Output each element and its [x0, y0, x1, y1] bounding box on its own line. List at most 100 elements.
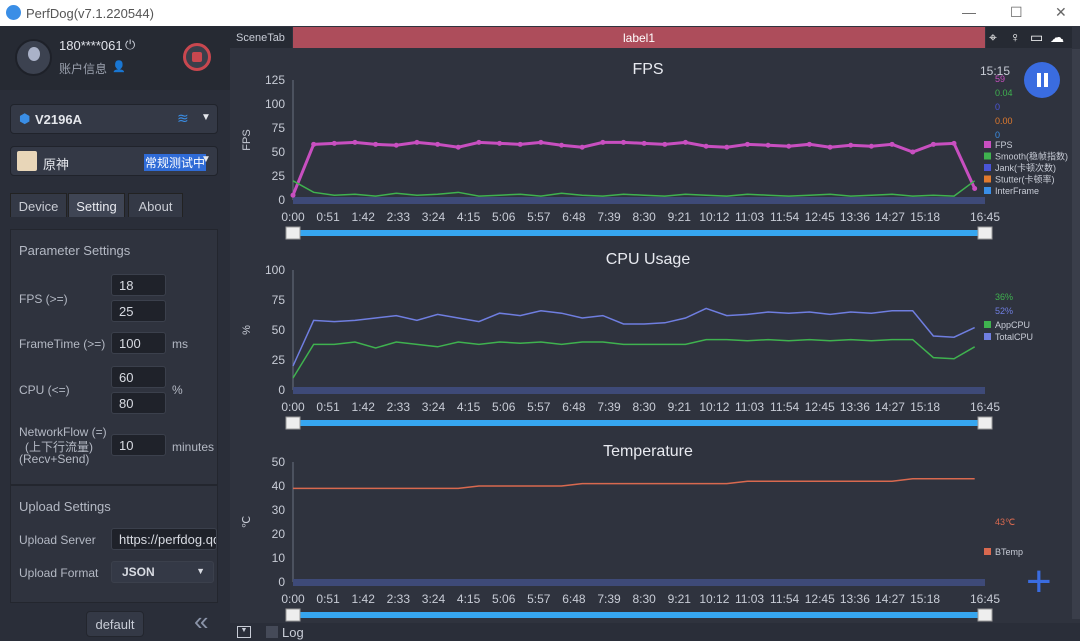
- x-tick-label: 14:27: [875, 400, 905, 414]
- cpu-threshold-2-input[interactable]: 80: [111, 392, 166, 414]
- fps-point: [827, 144, 833, 150]
- x-tick-label: 13:36: [840, 210, 870, 224]
- x-tick-label: 9:21: [668, 400, 692, 414]
- x-tick-label: 12:45: [805, 210, 835, 224]
- cpu-label: CPU (<=): [19, 383, 70, 397]
- slider-handle[interactable]: [977, 416, 993, 430]
- fps-point: [414, 139, 420, 145]
- x-tick-label: 1:42: [352, 592, 376, 606]
- perfdog-logo-icon: [6, 5, 21, 20]
- x-tick-label: 4:15: [457, 400, 481, 414]
- legend-swatch: [984, 321, 991, 328]
- main-area: SceneTab label1 ⌖ ♀ ▭ ☁ 15:15 FPS FPS 0 25 5…: [230, 26, 1080, 641]
- x-tick-label: 11:03: [735, 210, 764, 224]
- x-tick-label: 10:12: [699, 400, 729, 414]
- user-settings-icon[interactable]: 👤: [112, 60, 126, 73]
- x-tick-label: 5:06: [492, 592, 516, 606]
- x-tick-label: 5:57: [527, 210, 551, 224]
- fps-point: [393, 142, 399, 148]
- slider-handle[interactable]: [977, 226, 993, 240]
- fps-point: [352, 139, 358, 145]
- fps-point: [744, 141, 750, 147]
- fps-point: [290, 192, 296, 198]
- series-line-btemp: [293, 478, 975, 490]
- legend-swatch: [984, 164, 991, 171]
- y-tick-label: 125: [265, 73, 285, 87]
- x-tick-label: 16:45: [970, 400, 1000, 414]
- expand-log-icon[interactable]: ▼: [237, 626, 251, 638]
- x-tick-label: 9:21: [668, 210, 692, 224]
- tab-setting[interactable]: Setting: [68, 193, 125, 217]
- x-axis-band: [293, 197, 985, 204]
- frametime-input[interactable]: 100: [111, 332, 166, 354]
- default-button[interactable]: default: [86, 611, 144, 637]
- cpu-unit: %: [172, 383, 183, 397]
- fps-point: [476, 139, 482, 145]
- fps-point: [930, 141, 936, 147]
- stop-record-button[interactable]: [183, 43, 211, 71]
- y-tick-label: 30: [272, 503, 286, 517]
- x-tick-label: 6:48: [562, 210, 586, 224]
- fps-point: [806, 141, 812, 147]
- parameter-settings-panel: Parameter Settings FPS (>=) 18 25 FrameT…: [10, 229, 218, 485]
- tab-device[interactable]: Device: [10, 193, 67, 217]
- log-checkbox[interactable]: [266, 626, 278, 638]
- tab-about[interactable]: About: [128, 193, 183, 217]
- app-select[interactable]: 原神 常规测试中 ▼: [10, 146, 218, 176]
- y-tick-label: 20: [272, 527, 286, 541]
- x-tick-label: 13:36: [840, 400, 870, 414]
- power-icon[interactable]: ⏻: [125, 37, 135, 53]
- x-tick-label: 7:39: [597, 400, 621, 414]
- network-label: NetworkFlow (=): [19, 425, 107, 439]
- fps-threshold-1-input[interactable]: 18: [111, 274, 166, 296]
- slider-handle[interactable]: [285, 226, 301, 240]
- user-name: 180****061: [59, 38, 123, 53]
- x-tick-label: 9:21: [668, 592, 692, 606]
- device-select[interactable]: ⬢ V2196A ≋ ▼: [10, 104, 218, 134]
- fps-point: [786, 143, 792, 149]
- legend-current-value: 59: [995, 74, 1005, 84]
- upload-server-label: Upload Server: [19, 533, 96, 547]
- chevron-down-icon: ▼: [201, 154, 211, 165]
- x-tick-label: 14:27: [875, 210, 905, 224]
- fps-point: [848, 142, 854, 148]
- chevron-down-icon: ▼: [201, 112, 211, 123]
- avatar[interactable]: [15, 39, 52, 76]
- collapse-sidebar-icon[interactable]: «: [194, 606, 208, 637]
- network-input[interactable]: 10: [111, 434, 166, 456]
- fps-threshold-2-input[interactable]: 25: [111, 300, 166, 322]
- series-line-fps: [291, 140, 977, 196]
- y-tick-label: 0: [278, 193, 285, 207]
- close-button[interactable]: ✕: [1055, 4, 1067, 21]
- fps-point: [641, 140, 647, 146]
- x-tick-label: 12:45: [805, 592, 835, 606]
- x-tick-label: 0:00: [281, 592, 305, 606]
- x-tick-label: 1:42: [352, 210, 376, 224]
- x-tick-label: 11:54: [770, 400, 799, 414]
- wifi-icon: ≋: [177, 110, 189, 126]
- fps-point: [724, 144, 730, 150]
- cpu-threshold-1-input[interactable]: 60: [111, 366, 166, 388]
- x-tick-label: 16:45: [970, 210, 1000, 224]
- upload-server-input[interactable]: https://perfdog.qq.com: [111, 528, 217, 550]
- fps-label: FPS (>=): [19, 292, 68, 306]
- x-tick-label: 13:36: [840, 592, 870, 606]
- x-tick-label: 5:57: [527, 592, 551, 606]
- fps-point: [373, 141, 379, 147]
- chart-title: FPS: [632, 61, 663, 78]
- slider-handle[interactable]: [977, 608, 993, 622]
- x-tick-label: 5:57: [527, 400, 551, 414]
- upload-format-select[interactable]: JSON ▼: [111, 561, 214, 583]
- y-tick-label: 0: [278, 575, 285, 589]
- minimize-button[interactable]: —: [962, 4, 976, 20]
- slider-handle[interactable]: [285, 416, 301, 430]
- legend-label: InterFrame: [995, 186, 1039, 196]
- add-chart-icon[interactable]: +: [1026, 560, 1052, 604]
- time-range-slider: [293, 230, 985, 236]
- maximize-button[interactable]: ☐: [1010, 4, 1023, 21]
- x-tick-label: 0:51: [316, 400, 340, 414]
- account-info-link[interactable]: 账户信息: [59, 60, 107, 77]
- slider-handle[interactable]: [285, 608, 301, 622]
- chart-title: Temperature: [603, 443, 693, 460]
- fps-point: [538, 139, 544, 145]
